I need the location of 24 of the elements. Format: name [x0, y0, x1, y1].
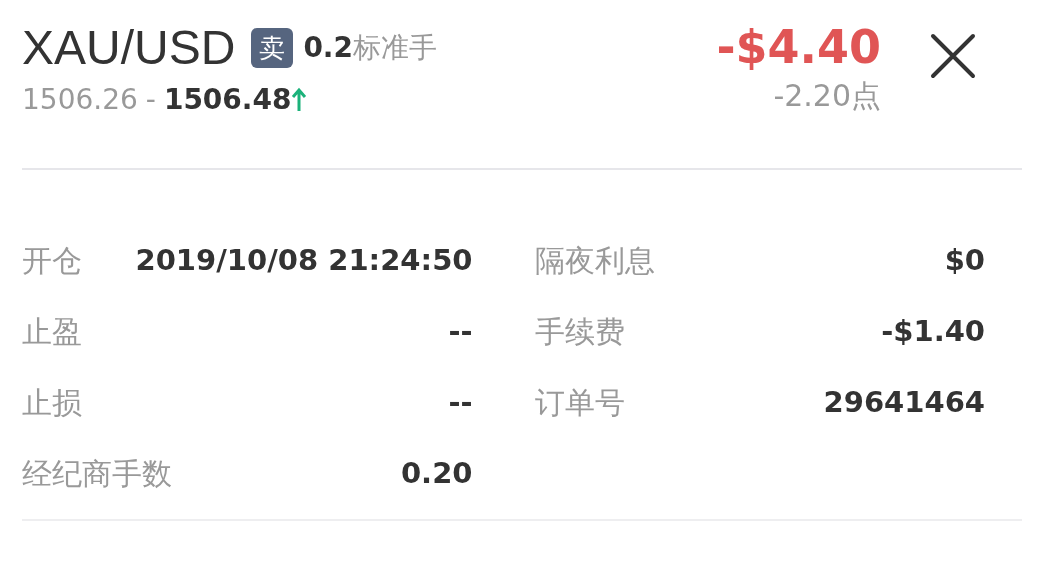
detail-label: 手续费: [534, 313, 625, 351]
ask-price: 1506.48: [163, 81, 292, 118]
price-separator: -: [145, 81, 156, 118]
close-button[interactable]: [929, 32, 977, 80]
detail-value: 29641464: [823, 383, 985, 421]
lot-unit: 标准手: [353, 30, 437, 67]
bid-price: 1506.26: [22, 81, 138, 118]
symbol-title: XAU/USD: [22, 22, 236, 75]
detail-value: 2019/10/08 21:24:50: [135, 241, 473, 279]
profit-points: -2.20点: [772, 76, 881, 115]
detail-label: 经纪商手数: [22, 455, 172, 493]
detail-value: 0.20: [400, 454, 473, 492]
side-tag: 卖: [251, 28, 294, 69]
detail-value: --: [448, 312, 473, 350]
profit-amount: -$4.40: [716, 22, 881, 73]
detail-label: 订单号: [534, 384, 625, 422]
detail-value: --: [448, 383, 473, 421]
detail-value: -$1.40: [881, 312, 985, 350]
detail-value: $0: [944, 241, 985, 279]
lot-size: 0.2: [303, 30, 353, 67]
detail-label: 隔夜利息: [534, 242, 655, 280]
detail-label: 止盈: [22, 313, 82, 351]
detail-label: 开仓: [22, 242, 82, 280]
detail-label: 止损: [22, 384, 82, 422]
